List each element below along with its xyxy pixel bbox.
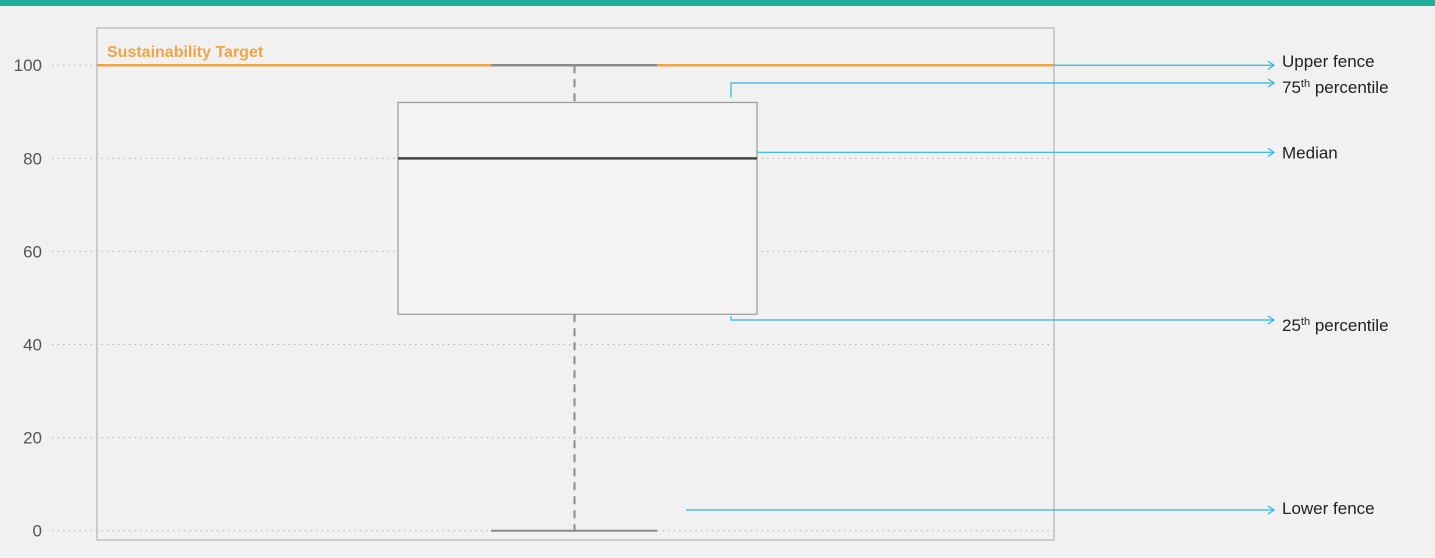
y-tick-label-60: 60 — [23, 242, 42, 261]
y-tick-label-80: 80 — [23, 149, 42, 168]
sustainability-target-label: Sustainability Target — [107, 44, 264, 61]
annotation-median: Median — [1282, 143, 1338, 162]
y-tick-label-0: 0 — [33, 522, 42, 541]
y-tick-label-100: 100 — [14, 56, 42, 75]
annotation-upper-fence: Upper fence — [1282, 52, 1375, 71]
q1-connector — [730, 316, 1274, 321]
annotation-lower-fence: Lower fence — [1282, 499, 1375, 518]
annotation-q1: 25th percentile — [1282, 316, 1389, 335]
y-tick-label-40: 40 — [23, 336, 42, 355]
annotation-q3: 75th percentile — [1282, 78, 1389, 97]
interquartile-box — [397, 101, 758, 315]
box-plot-chart: 0 20 40 60 80 100 Sustainability Target Upper f… — [14, 27, 1389, 541]
y-tick-label-20: 20 — [23, 429, 42, 448]
q3-connector — [730, 82, 1274, 98]
